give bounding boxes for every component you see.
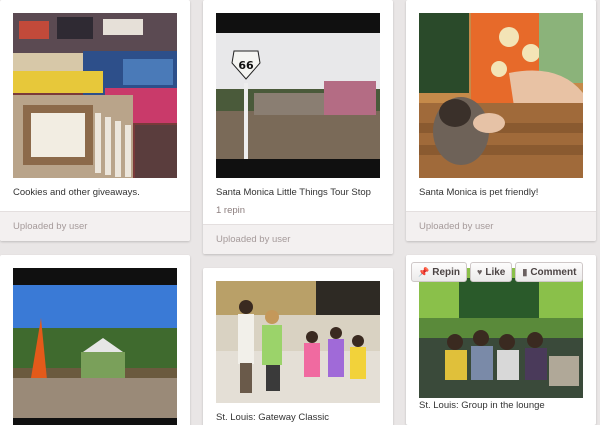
- pin-image[interactable]: [216, 281, 380, 403]
- pin-caption: St. Louis: Gateway Classic: [216, 412, 329, 423]
- pin-footer: Uploaded by user: [203, 224, 393, 254]
- pin-card[interactable]: Santa Monica is pet friendly! Uploaded b…: [406, 0, 596, 241]
- comment-label: Comment: [530, 266, 577, 278]
- heart-icon: ♥: [477, 267, 483, 277]
- pin-caption: Santa Monica Little Things Tour Stop: [216, 187, 371, 198]
- uploaded-by-label: Uploaded by user: [216, 234, 291, 245]
- route-66-sign-text: 66: [238, 59, 254, 72]
- pin-image[interactable]: [13, 268, 177, 425]
- pin-footer: Uploaded by user: [406, 211, 596, 241]
- pin-caption: Cookies and other giveaways.: [13, 187, 140, 198]
- repin-count: 1 repin: [216, 205, 246, 216]
- uploaded-by-label: Uploaded by user: [13, 221, 88, 232]
- pin-card[interactable]: Cookies and other giveaways. Uploaded by…: [0, 0, 190, 241]
- pin-image[interactable]: [419, 13, 583, 178]
- pin-image[interactable]: 66: [216, 13, 380, 178]
- pin-actions: 📌 Repin ♥ Like ▮ Comment: [411, 262, 584, 282]
- pin-card[interactable]: St. Louis: Gateway Classic: [203, 268, 393, 425]
- pin-footer: Uploaded by user: [0, 211, 190, 241]
- pin-caption: St. Louis: Group in the lounge: [419, 400, 545, 411]
- repin-button[interactable]: 📌 Repin: [411, 262, 467, 282]
- pin-caption: Santa Monica is pet friendly!: [419, 187, 539, 198]
- pin-card[interactable]: [0, 255, 190, 425]
- pin-card[interactable]: 66 Santa Monica Little Things Tour Stop …: [203, 0, 393, 254]
- uploaded-by-label: Uploaded by user: [419, 221, 494, 232]
- like-button[interactable]: ♥ Like: [470, 262, 513, 282]
- pin-image[interactable]: [419, 268, 583, 398]
- comment-button[interactable]: ▮ Comment: [515, 262, 584, 282]
- pin-image[interactable]: [13, 13, 177, 178]
- like-label: Like: [485, 266, 506, 278]
- speech-bubble-icon: ▮: [522, 266, 528, 277]
- pin-icon: 📌: [418, 266, 430, 277]
- repin-label: Repin: [432, 266, 460, 278]
